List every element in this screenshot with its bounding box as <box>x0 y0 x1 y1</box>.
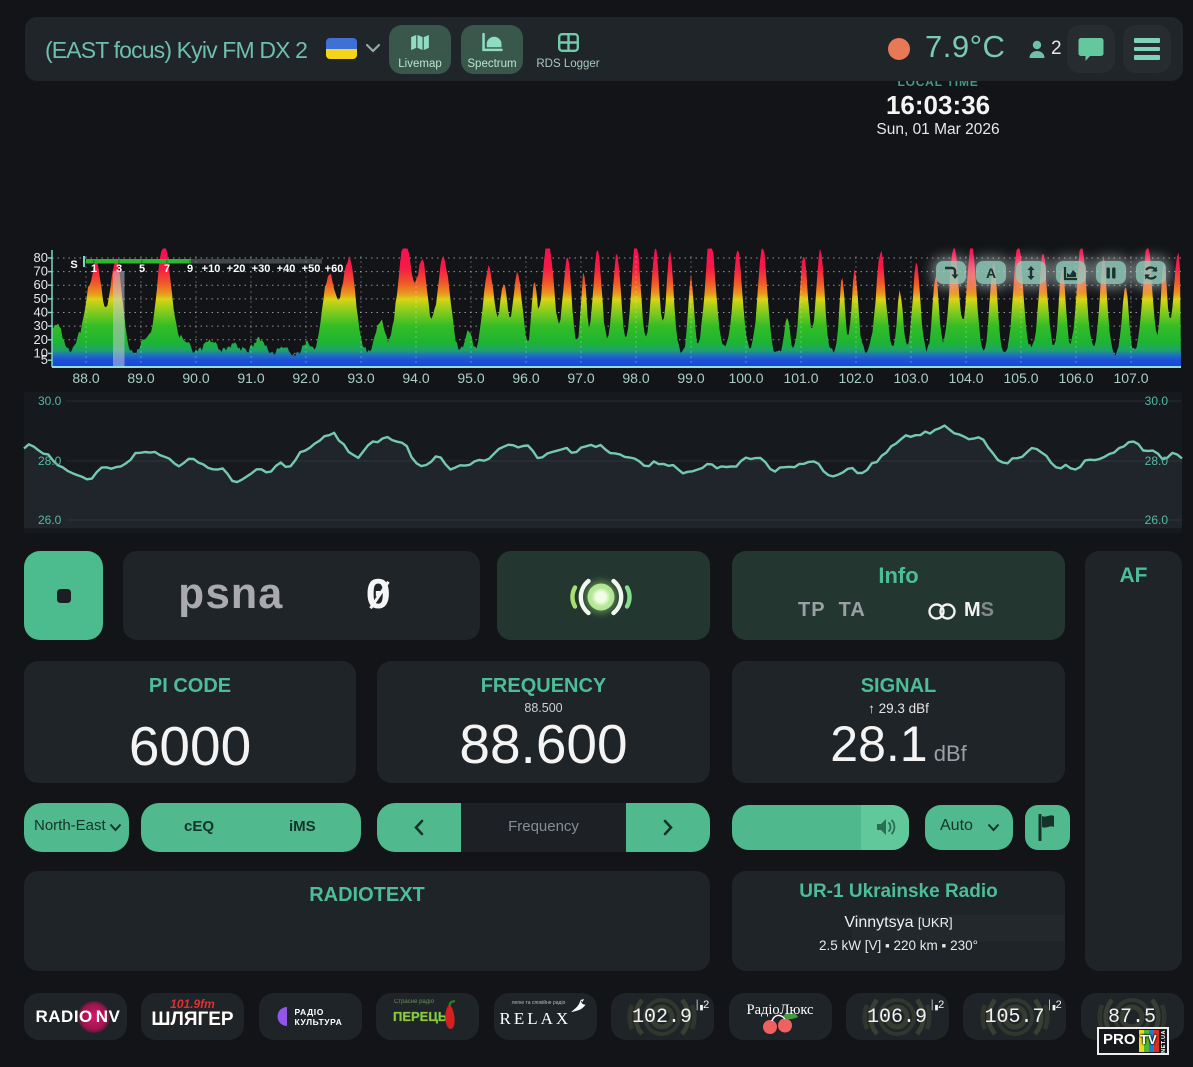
svg-text:9: 9 <box>187 263 193 275</box>
svg-text:1: 1 <box>91 263 97 275</box>
svg-text:101.0: 101.0 <box>783 370 818 386</box>
svg-text:28.0: 28.0 <box>38 454 62 468</box>
svg-text:S: S <box>70 259 77 271</box>
svg-text:88.0: 88.0 <box>72 370 99 386</box>
svg-text:+60: +60 <box>325 263 344 275</box>
svg-text:96.0: 96.0 <box>512 370 539 386</box>
svg-text:98.0: 98.0 <box>622 370 649 386</box>
svg-text:26.0: 26.0 <box>38 513 62 527</box>
svg-text:100.0: 100.0 <box>728 370 763 386</box>
svg-text:28.0: 28.0 <box>1145 454 1169 468</box>
svg-text:102.0: 102.0 <box>838 370 873 386</box>
svg-text:+20: +20 <box>227 263 246 275</box>
svg-text:26.0: 26.0 <box>1145 513 1169 527</box>
svg-text:94.0: 94.0 <box>402 370 429 386</box>
svg-text:97.0: 97.0 <box>567 370 594 386</box>
svg-text:5: 5 <box>139 263 145 275</box>
svg-text:105.0: 105.0 <box>1003 370 1038 386</box>
svg-text:30.0: 30.0 <box>38 394 62 408</box>
svg-text:3: 3 <box>116 263 122 275</box>
svg-text:107.0: 107.0 <box>1113 370 1148 386</box>
svg-text:30.0: 30.0 <box>1145 394 1169 408</box>
svg-text:90.0: 90.0 <box>182 370 209 386</box>
svg-text:+10: +10 <box>202 263 221 275</box>
svg-text:91.0: 91.0 <box>237 370 264 386</box>
svg-text:89.0: 89.0 <box>127 370 154 386</box>
svg-text:+30: +30 <box>252 263 271 275</box>
svg-text:7: 7 <box>164 263 170 275</box>
svg-text:104.0: 104.0 <box>948 370 983 386</box>
svg-text:+50: +50 <box>302 263 321 275</box>
svg-text:95.0: 95.0 <box>457 370 484 386</box>
svg-text:92.0: 92.0 <box>292 370 319 386</box>
svg-text:103.0: 103.0 <box>893 370 928 386</box>
svg-text:5: 5 <box>41 352 48 367</box>
svg-text:106.0: 106.0 <box>1058 370 1093 386</box>
svg-text:93.0: 93.0 <box>347 370 374 386</box>
svg-text:+40: +40 <box>277 263 296 275</box>
svg-text:99.0: 99.0 <box>677 370 704 386</box>
